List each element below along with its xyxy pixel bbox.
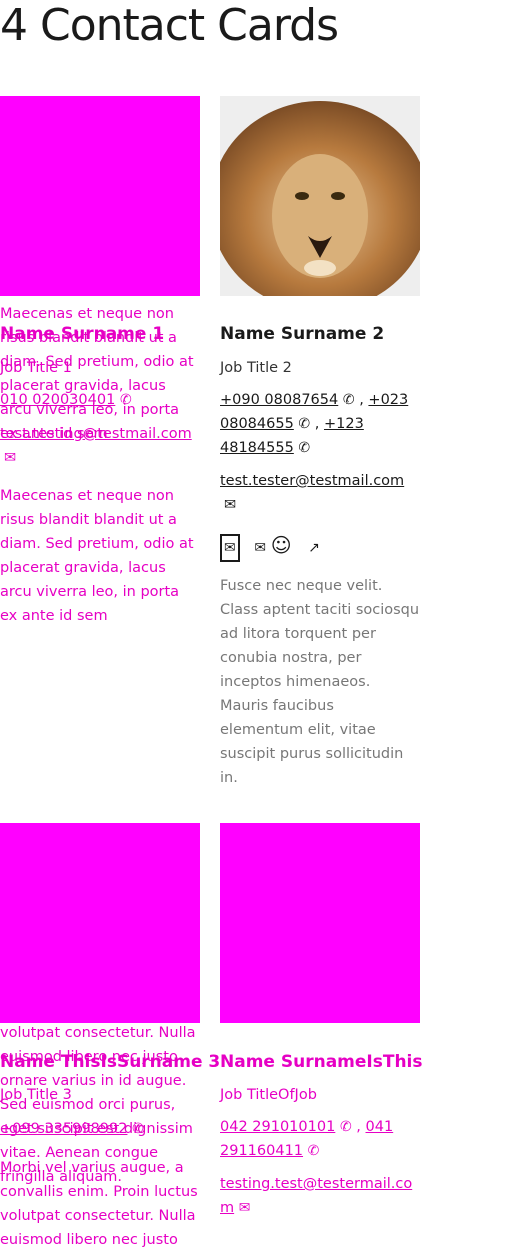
phone-icon: ✆ [342, 392, 355, 408]
phone-icon: ✆ [132, 1121, 144, 1137]
card2-phones: +090 08087654 ✆ , +023 08084655 ✆ , +123… [220, 388, 420, 460]
card-image-placeholder [220, 823, 420, 1023]
mail-box-icon[interactable]: ✉ [220, 534, 240, 562]
contact-card-3 [0, 823, 200, 1023]
card4-name: Name SurnameIsThis [220, 1052, 423, 1072]
card-image-placeholder [0, 823, 200, 1023]
card4-phone-1[interactable]: 042 291010101 [220, 1119, 335, 1135]
card1-email[interactable]: test.testing@testmail.com [0, 422, 192, 446]
contact-card-2 [220, 96, 420, 296]
card1-email-link[interactable]: test.testing@testmail.com [0, 426, 192, 442]
lion-photo [220, 96, 420, 296]
page-title: 4 Contact Cards [0, 0, 339, 51]
mail-icon[interactable]: ✉ [254, 536, 266, 560]
card2-name: Name Surname 2 [220, 324, 385, 344]
card1-phone-link[interactable]: 010 020030401 [0, 392, 115, 408]
card3-phone[interactable]: +099 335998992 ✆ [0, 1117, 144, 1141]
card4-phones: 042 291010101 ✆ , 041 291160411 ✆ [220, 1115, 420, 1163]
card3-name: Name ThisIsSurname 3 [0, 1052, 221, 1072]
card3-desc-b: Morbi vel varius augue, a convallis enim… [0, 1160, 198, 1248]
card1-phone[interactable]: 010 020030401 ✆ [0, 388, 132, 412]
card2-email-link[interactable]: test.tester@testmail.com [220, 473, 404, 489]
smiley-icon[interactable]: ☺ [271, 533, 292, 557]
card-image-placeholder [0, 96, 200, 296]
phone-icon: ✆ [339, 1119, 352, 1135]
card1-job: Job Title 1 [0, 360, 72, 376]
card1-name: Name Surname 1 [0, 324, 165, 344]
phone-icon: ✆ [298, 416, 311, 432]
phone-icon: ✆ [119, 392, 132, 408]
mail-icon: ✉ [238, 1200, 251, 1216]
card2-email[interactable]: test.tester@testmail.com [220, 469, 404, 493]
card2-phone-1[interactable]: +090 08087654 [220, 392, 338, 408]
mail-icon: ✉ [4, 450, 17, 466]
card4-job: Job TitleOfJob [220, 1087, 317, 1103]
mail-icon: ✉ [224, 497, 237, 513]
phone-icon: ✆ [298, 440, 311, 456]
card2-desc: Fusce nec neque velit. Class aptent taci… [220, 578, 420, 786]
card4-email[interactable]: testing.test@testermail.com ✉ [220, 1172, 420, 1220]
external-link-icon[interactable]: ↗ [308, 536, 320, 560]
card3-phone-link[interactable]: +099 335998992 [0, 1121, 127, 1137]
card2-job: Job Title 2 [220, 360, 292, 376]
phone-icon: ✆ [307, 1143, 320, 1159]
card3-job: Job Title 3 [0, 1087, 72, 1103]
contact-card-4 [220, 823, 420, 1023]
card2-social-icons: ✉ ✉ ☺ ↗ [220, 533, 320, 562]
card1-desc: Maecenas et neque non risus blandit blan… [0, 488, 194, 624]
contact-card-1 [0, 96, 200, 296]
